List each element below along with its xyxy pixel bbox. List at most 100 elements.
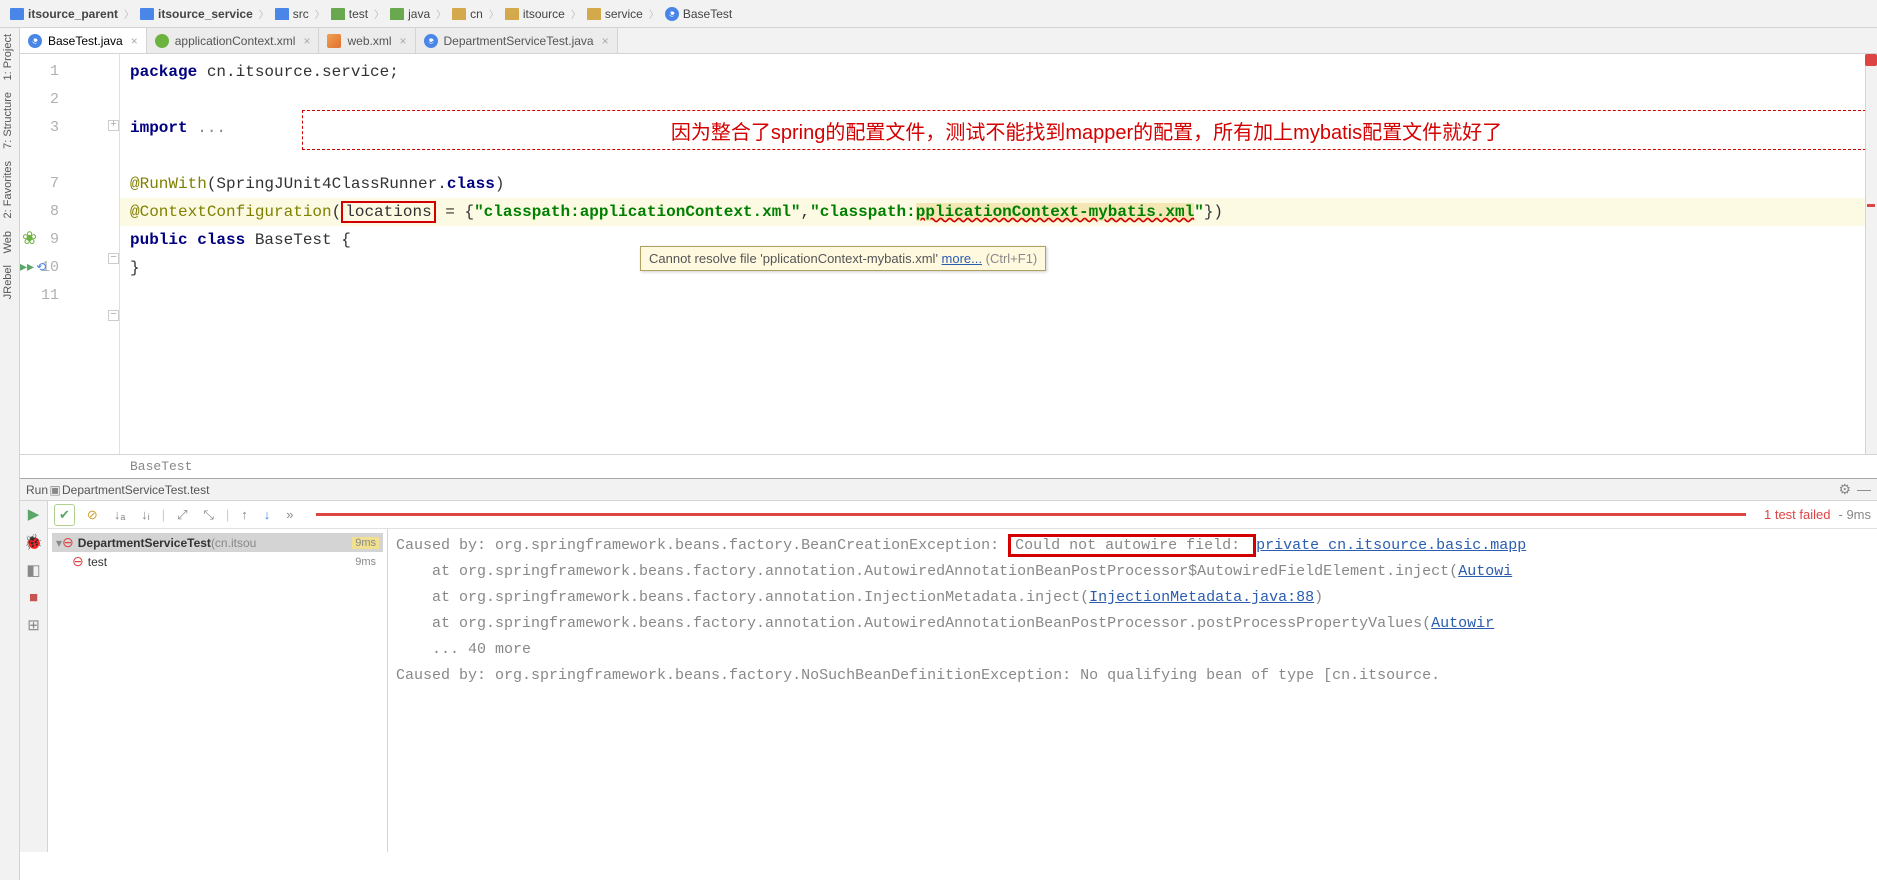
stacktrace-link[interactable]: private cn.itsource.basic.mapp: [1256, 537, 1526, 554]
close-icon[interactable]: ×: [131, 34, 138, 48]
prev-icon[interactable]: ↑: [237, 505, 252, 524]
rerun-button[interactable]: ▶: [28, 505, 40, 523]
show-ignored-icon[interactable]: ⊘: [83, 505, 102, 525]
console-line: ... 40 more: [396, 637, 1869, 663]
next-icon[interactable]: ↓: [260, 505, 275, 524]
breadcrumb-item[interactable]: java: [384, 7, 436, 21]
console-line: at org.springframework.beans.factory.ann…: [396, 611, 1869, 637]
folder-green-icon: [331, 8, 345, 20]
breadcrumb-item[interactable]: service: [581, 7, 649, 21]
fold-toggle[interactable]: +: [108, 120, 119, 131]
test-status: 1 test failed: [1764, 507, 1831, 522]
run-gutter-icons[interactable]: ▸▸ ⟲: [20, 254, 46, 282]
breadcrumb-item[interactable]: itsource_service: [134, 7, 259, 21]
rerun-failed-button[interactable]: 🐞: [24, 533, 43, 551]
console-line: Caused by: org.springframework.beans.fac…: [396, 533, 1869, 559]
console-line: at org.springframework.beans.factory.ann…: [396, 585, 1869, 611]
fold-toggle[interactable]: −: [108, 253, 119, 264]
layout-button[interactable]: ⊞: [27, 616, 40, 634]
breadcrumb-bar: itsource_parent〉itsource_service〉src〉tes…: [0, 0, 1877, 28]
breadcrumb-item[interactable]: src: [269, 7, 315, 21]
error-stripe[interactable]: [1865, 54, 1877, 454]
settings-icon[interactable]: ⚙: [1838, 481, 1851, 498]
console-output[interactable]: Caused by: org.springframework.beans.fac…: [388, 529, 1877, 852]
run-test-icon[interactable]: ▸▸: [20, 254, 34, 282]
breadcrumb-item[interactable]: itsource: [499, 7, 571, 21]
close-icon[interactable]: ×: [400, 34, 407, 48]
error-indicator-icon[interactable]: [1865, 54, 1877, 66]
expand-icon[interactable]: ⤢: [173, 505, 191, 525]
folder-icon: [587, 8, 601, 20]
keyword: import: [130, 119, 188, 137]
tool-tab[interactable]: 1: Project: [0, 28, 16, 86]
left-tool-strip: 1: Project7: Structure2: FavoritesWebJRe…: [0, 28, 20, 880]
more-icon[interactable]: »: [282, 505, 297, 524]
unresolved-file[interactable]: pplicationContext-mybatis.xml: [916, 203, 1194, 221]
java-icon: [665, 7, 679, 21]
module-icon: [140, 8, 154, 20]
run-tool-window: Run ▣ DepartmentServiceTest.test ⚙ — ▶ 🐞…: [20, 478, 1877, 852]
test-toolbar: ✔ ⊘ ↓ₐ ↓ᵢ | ⤢ ⤡ | ↑ ↓ » 1 test failed - …: [48, 501, 1877, 529]
code-body[interactable]: package cn.itsource.service; import ... …: [120, 54, 1877, 314]
breadcrumb-item[interactable]: BaseTest: [659, 7, 738, 21]
sort-icon[interactable]: ↓ₐ: [110, 505, 129, 524]
stop-button[interactable]: ■: [29, 589, 38, 606]
editor-tab[interactable]: applicationContext.xml×: [147, 28, 320, 53]
test-time: 9ms: [352, 537, 379, 549]
error-mark[interactable]: [1867, 204, 1875, 207]
highlighted-locations: locations: [341, 201, 435, 223]
collapse-icon[interactable]: ⤡: [200, 505, 218, 525]
editor-tab[interactable]: DepartmentServiceTest.java×: [416, 28, 618, 53]
annotation-text: 因为整合了spring的配置文件，测试不能找到mapper的配置，所有加上myb…: [667, 116, 1506, 145]
minimize-icon[interactable]: —: [1857, 481, 1871, 498]
java-icon: [424, 34, 438, 48]
spring-icon: ❀: [22, 226, 37, 254]
fail-icon: ⊖: [72, 553, 84, 570]
tool-tab[interactable]: 2: Favorites: [0, 155, 16, 224]
test-tree-row[interactable]: ⊖test9ms: [52, 552, 383, 571]
module-icon: [10, 8, 24, 20]
run-title-label: Run: [26, 483, 48, 497]
rerun-icon[interactable]: ⟲: [36, 254, 46, 282]
stacktrace-link[interactable]: Autowir: [1431, 615, 1494, 632]
breadcrumb-item[interactable]: itsource_parent: [4, 7, 124, 21]
editor-breadcrumb[interactable]: BaseTest: [20, 454, 1877, 478]
folder-icon: [505, 8, 519, 20]
run-config-name[interactable]: DepartmentServiceTest.test: [62, 483, 209, 497]
breadcrumb-item[interactable]: test: [325, 7, 374, 21]
console-line: Caused by: org.springframework.beans.fac…: [396, 663, 1869, 689]
annotation: @RunWith: [130, 175, 207, 193]
test-tree[interactable]: ▾ ⊖DepartmentServiceTest (cn.itsou9ms⊖te…: [48, 529, 388, 852]
spring-icon: [155, 34, 169, 48]
tooltip-more-link[interactable]: more...: [942, 251, 982, 266]
tool-tab[interactable]: 7: Structure: [0, 86, 16, 155]
close-icon[interactable]: ×: [602, 34, 609, 48]
tool-tab[interactable]: JRebel: [0, 259, 16, 305]
line-gutter: + − − ❀ ▸▸ ⟲ 123 7891011: [20, 54, 120, 454]
close-icon[interactable]: ×: [303, 34, 310, 48]
test-tree-row[interactable]: ▾ ⊖DepartmentServiceTest (cn.itsou9ms: [52, 533, 383, 552]
sort-icon-2[interactable]: ↓ᵢ: [137, 505, 154, 524]
highlighted-error: Could not autowire field:: [1008, 534, 1256, 557]
test-time: 9ms: [352, 556, 379, 568]
fold-toggle[interactable]: −: [108, 310, 119, 321]
annotation: @ContextConfiguration: [130, 203, 332, 221]
editor-tabs: BaseTest.java×applicationContext.xml×web…: [20, 28, 1877, 54]
editor-tab[interactable]: BaseTest.java×: [20, 28, 147, 53]
error-tooltip[interactable]: Cannot resolve file 'pplicationContext-m…: [640, 246, 1046, 271]
annotation-callout: 因为整合了spring的配置文件，测试不能找到mapper的配置，所有加上myb…: [302, 110, 1871, 150]
stacktrace-link[interactable]: Autowi: [1458, 563, 1512, 580]
stacktrace-link[interactable]: InjectionMetadata.java:88: [1089, 589, 1314, 606]
editor-tab[interactable]: web.xml×: [319, 28, 415, 53]
folder-green-icon: [390, 8, 404, 20]
xml-icon: [327, 34, 341, 48]
console-line: at org.springframework.beans.factory.ann…: [396, 559, 1869, 585]
test-total-time: - 9ms: [1839, 507, 1872, 522]
code-editor[interactable]: + − − ❀ ▸▸ ⟲ 123 7891011 package cn.itso…: [20, 54, 1877, 454]
toggle-button[interactable]: ◧: [26, 561, 40, 579]
tool-tab[interactable]: Web: [0, 225, 16, 259]
breadcrumb-item[interactable]: cn: [446, 7, 489, 21]
test-progress: [316, 513, 1746, 516]
folder-icon: [452, 8, 466, 20]
show-passed-icon[interactable]: ✔: [54, 504, 75, 526]
